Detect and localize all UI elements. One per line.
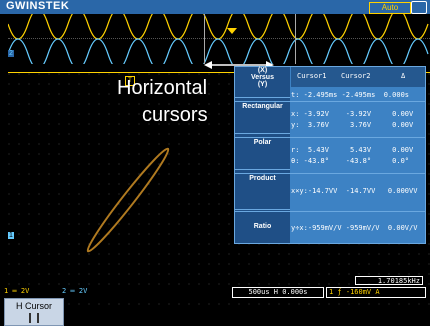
ratio-value: y÷x:-959mV/V -959mV/V 0.00V/V [291,224,418,232]
power-icon [411,1,427,14]
status-bar: 1 ═ 2V 2 ═ 2V 500us H 0.000s 1 ƒ -160mV … [0,287,430,298]
ch1-scale: 1 ═ 2V [4,287,30,295]
overlay-label-line2: cursors [142,104,208,126]
polar-label: Polar [253,139,272,146]
readout-header: Cursor1 Cursor2 Δ [291,67,425,87]
overview-ch-marker: 2 [8,50,14,57]
header-delta: Δ [401,72,406,80]
separator [235,173,425,174]
trigger-position-icon [227,28,237,34]
polar-r: r: 5.43V 5.43V 0.00V [291,146,414,154]
ch1-position-marker[interactable]: 1 [8,232,14,239]
waveform-overview: 2 [8,14,430,64]
cursor-lines-icon [29,313,39,323]
zoom-window-marker [204,14,296,64]
timebase-readout: 500us H 0.000s [232,287,324,298]
product-value: x×y:-14.7VV -14.7VV 0.000VV [291,187,418,195]
polar-row: Polar [235,139,290,170]
header-cursor2: Cursor2 [341,72,371,80]
cursor-readout-panel: (X) Versus (Y) Cursor1 Cursor2 Δ t: -2.4… [234,66,426,244]
rect-x: x: -3.92V -3.92V 0.00V [291,110,414,118]
trigger-readout: 1 ƒ -160mV A [326,287,426,298]
rect-label: Rectangular [242,103,283,110]
rect-y: y: 3.76V 3.76V 0.00V [291,121,414,129]
header-cursor1: Cursor1 [297,72,327,80]
h-cursor-softkey[interactable]: H Cursor [4,298,64,326]
ratio-row: Ratio [235,213,290,243]
frequency-counter: 1.70185kHz [355,276,423,285]
rect-row: Rectangular [235,103,290,134]
polar-theta: θ: -43.8° -43.8° 0.0° [291,157,410,165]
top-bar: GWINSTEK Auto [0,0,430,14]
product-row: Product [235,175,290,210]
mode-top: (X) [257,67,268,74]
mode-bot: (Y) [257,81,268,88]
mode-row: (X) Versus (Y) [235,67,290,98]
product-label: Product [249,175,276,182]
ratio-label: Ratio [253,223,272,230]
brand-logo: GWINSTEK [6,0,70,12]
overlay-label-line1: Horizontal [117,77,208,99]
separator [235,137,425,138]
h-cursor-label: H Cursor [15,301,52,311]
acquire-mode-badge: Auto [369,2,411,14]
separator [235,101,425,102]
separator [235,211,425,212]
ch2-scale: 2 ═ 2V [62,287,88,295]
time-row: t: -2.495ms -2.495ms 0.000s [291,91,410,99]
mode-mid: Versus [251,74,274,81]
